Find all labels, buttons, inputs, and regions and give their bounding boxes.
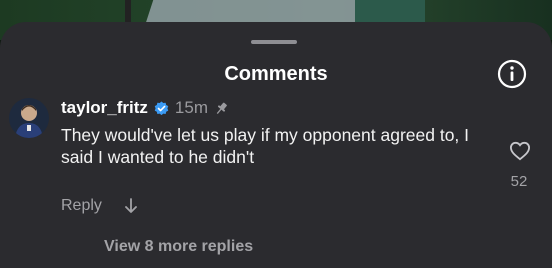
reply-button[interactable]: Reply <box>61 197 102 215</box>
pin-icon <box>216 102 227 114</box>
comment-header: taylor_fritz 15m <box>61 97 229 119</box>
like-count: 52 <box>510 173 528 190</box>
avatar[interactable] <box>9 98 49 138</box>
info-button[interactable] <box>497 59 527 89</box>
backdrop-sign <box>355 0 425 24</box>
sheet-grabber[interactable] <box>251 40 297 44</box>
heart-icon <box>509 141 531 161</box>
comment-timestamp: 15m <box>174 98 208 117</box>
info-icon <box>497 59 527 89</box>
like-button[interactable] <box>509 141 531 161</box>
sheet-title: Comments <box>224 63 328 85</box>
comment-username[interactable]: taylor_fritz <box>61 98 148 118</box>
verified-badge-icon <box>154 100 169 115</box>
comment-body: They would've let us play if my opponent… <box>61 125 470 167</box>
arrow-down-icon[interactable] <box>124 198 138 214</box>
backdrop-post <box>125 0 131 22</box>
comment-actions: Reply <box>61 197 138 215</box>
view-more-replies-button[interactable]: View 8 more replies <box>104 238 253 256</box>
